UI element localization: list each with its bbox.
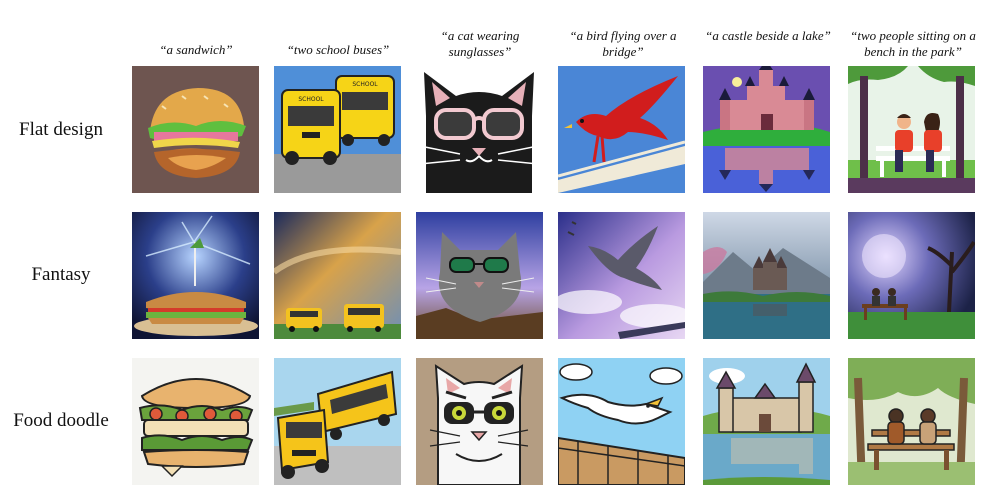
row-label-fantasy: Fantasy	[31, 264, 91, 285]
image-fantasy-cat-sunglasses	[416, 212, 543, 339]
image-doodle-bird-bridge	[558, 358, 685, 485]
image-doodle-sandwich	[132, 358, 259, 485]
image-flat-bird-bridge	[558, 66, 685, 193]
row-label-food-doodle: Food doodle	[13, 410, 109, 431]
image-doodle-school-buses	[274, 358, 401, 485]
image-flat-sandwich	[132, 66, 259, 193]
image-doodle-people-bench	[848, 358, 975, 485]
image-doodle-castle-lake	[703, 358, 830, 485]
prompt-castle-lake: “a castle beside a lake”	[705, 28, 831, 43]
image-flat-school-buses: SCHOOL SCHOOL	[274, 66, 401, 193]
image-fantasy-school-buses	[274, 212, 401, 339]
prompt-school-buses: “two school buses”	[286, 42, 390, 57]
image-doodle-cat-sunglasses	[416, 358, 543, 485]
image-fantasy-people-bench	[848, 212, 975, 339]
prompt-bird-bridge: “a bird flying over a bridge”	[569, 28, 677, 59]
image-flat-people-bench	[848, 66, 975, 193]
image-flat-castle-lake	[703, 66, 830, 193]
image-flat-cat-sunglasses	[416, 66, 543, 193]
row-label-flat-design: Flat design	[19, 119, 103, 140]
image-fantasy-sandwich	[132, 212, 259, 339]
prompt-people-bench: “two people sitting on a bench in the pa…	[850, 28, 976, 59]
image-fantasy-castle-lake	[703, 212, 830, 339]
bus-sign-text: SCHOOL	[352, 81, 378, 88]
prompt-sandwich: “a sandwich”	[159, 42, 233, 57]
bus-sign-text: SCHOOL	[298, 96, 324, 103]
image-fantasy-bird-bridge	[558, 212, 685, 339]
prompt-cat-sunglasses: “a cat wearing sunglasses”	[440, 28, 520, 59]
